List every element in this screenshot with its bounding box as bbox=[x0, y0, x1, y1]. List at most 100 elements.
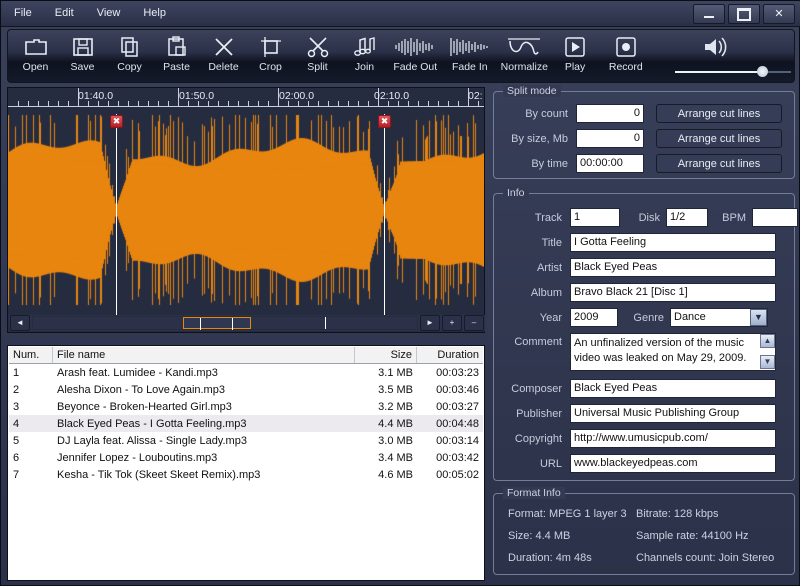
by-count-input[interactable]: 0 bbox=[576, 104, 644, 123]
chevron-down-icon[interactable]: ▼ bbox=[750, 309, 767, 326]
comment-scroll-up-icon[interactable]: ▲ bbox=[760, 334, 775, 348]
cut-marker[interactable]: ✖ bbox=[378, 115, 391, 128]
ruler-tick bbox=[168, 101, 169, 106]
minimize-button[interactable] bbox=[693, 4, 725, 24]
row-num: 1 bbox=[13, 366, 20, 379]
ruler-tick bbox=[458, 101, 459, 106]
arrange-cut-lines-by-time-button[interactable]: Arrange cut lines bbox=[656, 154, 782, 173]
table-row[interactable]: 3 Beyonce - Broken-Hearted Girl.mp3✖ 3.2 M… bbox=[9, 398, 483, 415]
title-input[interactable]: I Gotta Feeling bbox=[570, 233, 776, 252]
arrange-cut-lines-by-size-button[interactable]: Arrange cut lines bbox=[656, 129, 782, 148]
comment-input[interactable]: An unfinalized version of the music vide… bbox=[570, 333, 776, 371]
scroll-viewport[interactable] bbox=[183, 317, 251, 330]
copyright-input[interactable]: http://www.umusicpub.com/ bbox=[570, 429, 776, 448]
cut-line[interactable] bbox=[116, 114, 117, 324]
column-header-size[interactable]: Size bbox=[355, 347, 417, 363]
row-size: 3.1 MB bbox=[378, 366, 413, 379]
menu-item-help[interactable]: Help bbox=[140, 6, 169, 21]
url-input[interactable]: www.blackeyedpeas.com bbox=[570, 454, 776, 473]
ruler-label-4: 02: bbox=[468, 90, 483, 102]
fade-in-button[interactable]: Fade In bbox=[443, 30, 498, 82]
volume-slider-fill bbox=[675, 71, 764, 73]
table-row[interactable]: 4 Black Eyed Peas - I Gotta Feeling.mp3✖ 4… bbox=[9, 415, 483, 432]
x-cross-icon bbox=[212, 33, 236, 60]
column-header-duration[interactable]: Duration bbox=[417, 347, 483, 363]
artist-input[interactable]: Black Eyed Peas bbox=[570, 258, 776, 277]
composer-input[interactable]: Black Eyed Peas bbox=[570, 379, 776, 398]
format-value: Format: MPEG 1 layer 3 bbox=[508, 508, 627, 520]
table-row[interactable]: 2 Alesha Dixon - To Love Again.mp3✖ 3.5 MB… bbox=[9, 381, 483, 398]
row-size: 4.6 MB bbox=[378, 468, 413, 481]
play-button[interactable]: Play bbox=[552, 30, 599, 82]
copy-button[interactable]: Copy bbox=[106, 30, 153, 82]
table-row[interactable]: 7 Kesha - Tik Tok (Skeet Skeet Remix).mp3… bbox=[9, 466, 483, 483]
disk-label: Disk bbox=[638, 211, 660, 224]
join-button[interactable]: Join bbox=[341, 30, 388, 82]
waveform-scrollbar[interactable]: ◄ ► + – bbox=[9, 315, 485, 331]
cut-line[interactable] bbox=[384, 114, 385, 324]
by-time-input[interactable]: 00:00:00 bbox=[576, 154, 644, 173]
row-num: 5 bbox=[13, 434, 20, 447]
paste-button[interactable]: Paste bbox=[153, 30, 200, 82]
format-info-panel: Format Info Format: MPEG 1 layer 3 Bitra… bbox=[493, 487, 795, 575]
scroll-right-button[interactable]: ► bbox=[420, 315, 440, 331]
window-controls: ✕ bbox=[693, 4, 795, 24]
channels-value: Channels count: Join Stereo bbox=[636, 552, 775, 564]
row-duration: 00:03:23 bbox=[436, 366, 479, 379]
year-input[interactable]: 2009 bbox=[570, 308, 618, 327]
application-window: File Edit View Help ✕ Open Save Copy Pas… bbox=[0, 0, 800, 586]
split-button[interactable]: Split bbox=[294, 30, 341, 82]
fade-out-wave-icon bbox=[394, 33, 436, 60]
comment-scroll-down-icon[interactable]: ▼ bbox=[760, 355, 775, 369]
waveform-canvas[interactable] bbox=[8, 114, 484, 306]
ruler-tick bbox=[158, 101, 159, 106]
table-row[interactable]: 1 Arash feat. Lumidee - Kandi.mp3✖ 3.1 MB 0… bbox=[9, 364, 483, 381]
row-num: 7 bbox=[13, 468, 20, 481]
volume-slider[interactable] bbox=[675, 66, 792, 77]
by-size-input[interactable]: 0 bbox=[576, 129, 644, 148]
ruler-tick bbox=[318, 101, 319, 106]
close-button[interactable]: ✕ bbox=[763, 4, 795, 24]
music-notes-icon bbox=[353, 33, 377, 60]
scroll-left-button[interactable]: ◄ bbox=[10, 315, 30, 331]
timeline-ruler[interactable]: 01:40.0 01:50.0 02:00.0 02:10.0 02: bbox=[8, 88, 484, 114]
table-row[interactable]: 5 DJ Layla feat. Alissa - Single Lady.mp3… bbox=[9, 432, 483, 449]
file-list[interactable]: Num. File name Size Duration 1 Arash feat… bbox=[7, 345, 485, 581]
normalize-button[interactable]: Normalize bbox=[497, 30, 552, 82]
waveform-editor[interactable]: 01:40.0 01:50.0 02:00.0 02:10.0 02: ✖ ✂ … bbox=[7, 87, 485, 403]
record-button[interactable]: Record bbox=[599, 30, 654, 82]
row-num: 4 bbox=[13, 417, 20, 430]
ruler-tick bbox=[218, 101, 219, 106]
disk-input[interactable]: 1/2 bbox=[666, 208, 708, 227]
save-button[interactable]: Save bbox=[59, 30, 106, 82]
zoom-in-button[interactable]: + bbox=[442, 315, 462, 331]
menu-item-view[interactable]: View bbox=[94, 6, 124, 21]
bpm-input[interactable] bbox=[752, 208, 798, 227]
column-header-num[interactable]: Num. bbox=[9, 347, 53, 363]
zoom-out-button[interactable]: – bbox=[464, 315, 484, 331]
fade-out-button[interactable]: Fade Out bbox=[388, 30, 443, 82]
crop-button[interactable]: Crop bbox=[247, 30, 294, 82]
crop-icon bbox=[259, 33, 283, 60]
split-mode-panel: Split mode By count 0 Arrange cut lines … bbox=[493, 85, 795, 179]
open-button[interactable]: Open bbox=[12, 30, 59, 82]
crop-label: Crop bbox=[259, 61, 282, 73]
ruler-tick bbox=[238, 101, 239, 106]
publisher-input[interactable]: Universal Music Publishing Group bbox=[570, 404, 776, 423]
table-row[interactable]: 6 Jennifer Lopez - Louboutins.mp3✖ 3.4 MB 0… bbox=[9, 449, 483, 466]
maximize-button[interactable] bbox=[728, 4, 760, 24]
row-filename: Alesha Dixon - To Love Again.mp3✖ bbox=[53, 382, 355, 398]
format-info-legend: Format Info bbox=[503, 487, 565, 499]
arrange-cut-lines-by-count-button[interactable]: Arrange cut lines bbox=[656, 104, 782, 123]
delete-button[interactable]: Delete bbox=[200, 30, 247, 82]
column-header-filename[interactable]: File name bbox=[53, 347, 355, 363]
ruler-label-3: 02:10.0 bbox=[374, 90, 410, 102]
menu-item-file[interactable]: File bbox=[11, 6, 35, 21]
album-input[interactable]: Bravo Black 21 [Disc 1] bbox=[570, 283, 776, 302]
scroll-track[interactable] bbox=[32, 316, 418, 330]
volume-slider-handle[interactable] bbox=[757, 66, 769, 77]
cut-marker[interactable]: ✖ bbox=[110, 115, 123, 128]
track-input[interactable]: 1 bbox=[570, 208, 620, 227]
close-icon: ✕ bbox=[774, 7, 784, 20]
menu-item-edit[interactable]: Edit bbox=[52, 6, 77, 21]
